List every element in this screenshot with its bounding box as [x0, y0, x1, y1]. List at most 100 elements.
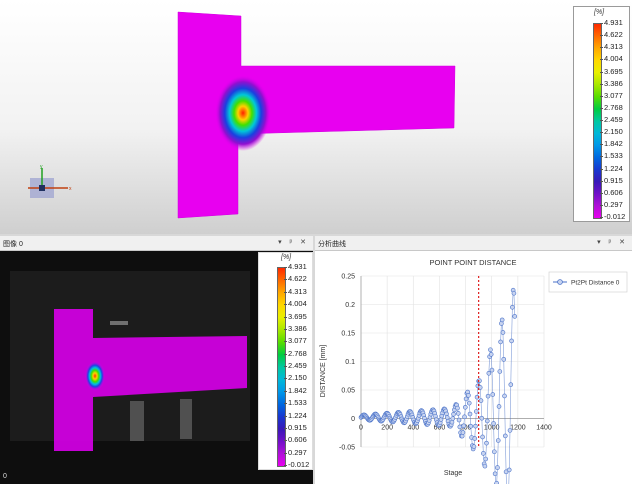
legend-tick: [600, 83, 603, 85]
legend-label: 0.915: [288, 422, 307, 432]
data-point: [507, 428, 513, 433]
legend-tick: [284, 267, 287, 268]
data-point: [463, 404, 468, 410]
data-point: [461, 423, 467, 429]
y-tick-label: 0.2: [345, 302, 355, 309]
y-tick-label: -0.05: [339, 445, 355, 452]
image-panel[interactable]: 图像 0 ▾ ᵖ ✕ 0 [%] 4.931 4.622 4.313 4.004 3.6…: [0, 236, 313, 484]
data-point: [466, 400, 472, 406]
analysis-curve-panel[interactable]: 分析曲线 ▾ ᵖ ✕ -0.05 0 0.05 0.1 0.15 0.2 0.25 0 200 4…: [315, 236, 632, 484]
data-point: [484, 418, 490, 424]
legend-label: 2.150: [288, 373, 307, 383]
data-point: [498, 339, 503, 345]
legend-label: 0.297: [604, 199, 623, 209]
data-point: [455, 405, 460, 411]
data-point: [486, 370, 492, 376]
color-legend-top: [%] 4.931 4.622 4.313 4.004 3.695 3.386 3.077 2…: [573, 6, 630, 222]
strain-hotspot: [215, 75, 271, 151]
data-point: [468, 423, 474, 429]
chart-panel-controls[interactable]: ▾ ᵖ ✕: [597, 238, 628, 246]
legend-label: 1.842: [288, 385, 307, 395]
x-tick-label: 200: [381, 425, 393, 432]
data-point: [473, 409, 479, 414]
legend-tick: [284, 440, 287, 442]
data-point: [492, 449, 497, 455]
legend-series-name: Pt2Pt Distance 0: [571, 280, 620, 287]
data-point: [455, 411, 461, 416]
legend-label: 2.459: [604, 115, 623, 124]
legend-label: 3.386: [604, 78, 623, 88]
legend-tick: [284, 304, 287, 306]
image-panel-title: 图像 0: [3, 241, 23, 248]
data-point: [478, 398, 484, 403]
legend-tick: [284, 366, 287, 367]
legend-tick: [600, 168, 603, 170]
legend-label: 1.842: [604, 139, 623, 149]
y-tick-label: 0.25: [341, 274, 355, 281]
frame-index: 0: [3, 473, 7, 480]
x-tick-label: 400: [407, 425, 419, 432]
legend-label: 3.077: [288, 336, 307, 346]
legend-tick: [600, 47, 603, 49]
legend-label: 1.533: [288, 398, 307, 408]
distance-chart[interactable]: -0.0500.050.10.150.20.250 200 400 600 800 100…: [315, 251, 632, 484]
chart-xlabel: Stage: [444, 470, 462, 477]
legend-tick: [600, 156, 603, 158]
data-point: [496, 404, 502, 409]
legend-label: 1.533: [604, 151, 623, 161]
legend-tick: [600, 204, 603, 206]
x-tick-label: 1200: [510, 425, 526, 432]
data-point: [488, 347, 493, 353]
data-point: [509, 338, 514, 344]
legend-tick: [284, 378, 287, 380]
chart-panel-header: 分析曲线 ▾ ᵖ ✕: [315, 236, 632, 251]
3d-view[interactable]: y x [%] 4.931 4.622 4.313 4.004 3.695 3.386 3.…: [0, 0, 632, 234]
data-point: [481, 451, 486, 456]
legend-label: 2.459: [288, 361, 307, 370]
data-point: [511, 290, 517, 296]
image-panel-header: 图像 0 ▾ ᵖ ✕: [0, 236, 313, 251]
y-tick-label: 0: [351, 416, 355, 423]
data-point: [495, 438, 501, 443]
data-point: [489, 367, 495, 373]
data-point: [512, 314, 518, 319]
legend-tick: [600, 59, 603, 61]
image-panel-controls[interactable]: ▾ ᵖ ✕: [278, 238, 309, 246]
legend-label: 4.004: [288, 299, 307, 309]
data-point: [477, 378, 482, 383]
legend-label: 0.606: [288, 435, 307, 445]
legend-label: 2.768: [604, 102, 623, 112]
legend-tick: [284, 452, 287, 454]
data-point: [499, 317, 505, 323]
data-point: [503, 433, 508, 439]
legend-label: 3.386: [288, 323, 307, 333]
legend-label: 1.224: [604, 163, 623, 173]
legend-label: 2.150: [604, 127, 623, 137]
legend-tick: [600, 95, 603, 97]
axis-triad: y x: [28, 164, 72, 198]
legend-tick: [600, 217, 603, 218]
data-point: [457, 424, 463, 430]
legend-tick: [284, 316, 287, 318]
data-point: [485, 393, 491, 399]
legend-tick: [284, 465, 287, 466]
data-point: [484, 440, 489, 446]
x-tick-label: 1000: [484, 425, 500, 432]
data-point: [500, 330, 506, 335]
legend-tick: [600, 144, 603, 146]
legend-label: 0.606: [604, 187, 623, 197]
legend-tick: [284, 390, 287, 392]
color-legend-image: [%] 4.931 4.622 4.313 4.004 3.695 3.386 3.077 2…: [258, 252, 313, 470]
axis-x-label: x: [69, 186, 72, 192]
legend-tick: [284, 328, 287, 330]
legend-label: 4.622: [604, 30, 623, 40]
legend-tick: [284, 279, 287, 281]
y-tick-label: 0.15: [341, 331, 355, 338]
legend-unit-image: [%]: [281, 254, 292, 261]
legend-label: -0.012: [604, 212, 626, 221]
data-point: [444, 411, 449, 417]
data-point: [495, 465, 500, 470]
chart-title: POINT POINT DISTANCE: [429, 258, 516, 267]
y-tick-label: 0.05: [341, 388, 355, 395]
legend-label: 0.915: [604, 175, 623, 185]
